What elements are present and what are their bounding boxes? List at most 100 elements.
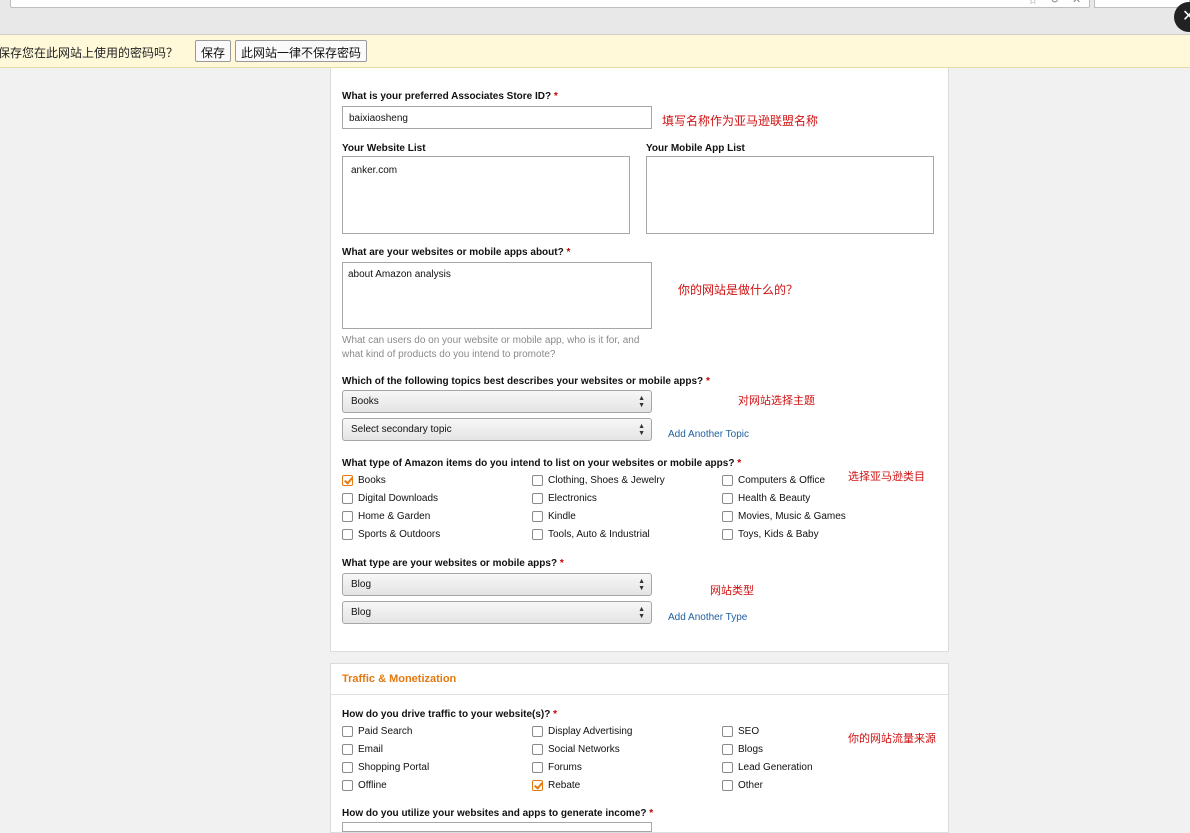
traffic-source-option[interactable]: Blogs [722, 744, 763, 756]
browser-toolbar: ☆ ↻ ✕ [0, 0, 1190, 35]
item-type-option-label: Toys, Kids & Baby [738, 529, 819, 540]
item-type-option-label: Computers & Office [738, 475, 826, 486]
item-type-option[interactable]: Clothing, Shoes & Jewelry [532, 475, 665, 487]
checkbox[interactable] [342, 762, 353, 773]
select-arrows-icon: ▲ ▼ [638, 423, 645, 437]
item-type-option[interactable]: Home & Garden [342, 511, 430, 523]
item-type-option[interactable]: Kindle [532, 511, 576, 523]
section-divider [331, 694, 948, 695]
checkbox[interactable] [342, 529, 353, 540]
checkbox[interactable] [342, 780, 353, 791]
checkbox[interactable] [722, 493, 733, 504]
traffic-source-option[interactable]: SEO [722, 726, 759, 738]
item-type-option[interactable]: Digital Downloads [342, 493, 438, 505]
checkbox[interactable] [722, 529, 733, 540]
item-type-option-label: Home & Garden [358, 511, 431, 522]
traffic-source-option-label: Forums [548, 762, 582, 773]
traffic-source-option[interactable]: Forums [532, 762, 582, 774]
item-type-option-label: Digital Downloads [358, 493, 439, 504]
traffic-source-option[interactable]: Lead Generation [722, 762, 813, 774]
checkbox[interactable] [532, 762, 543, 773]
traffic-source-option[interactable]: Offline [342, 780, 387, 792]
traffic-source-option[interactable]: Rebate [532, 780, 580, 792]
checkbox[interactable] [722, 744, 733, 755]
topics-label: Which of the following topics best descr… [342, 376, 710, 387]
traffic-source-option[interactable]: Paid Search [342, 726, 412, 738]
save-password-button[interactable]: 保存 [195, 40, 232, 62]
never-save-button[interactable]: 此网站一律不保存密码 [235, 40, 368, 62]
traffic-source-option[interactable]: Display Advertising [532, 726, 632, 738]
traffic-source-option[interactable]: Email [342, 744, 383, 756]
store-id-annotation: 填写名称作为亚马逊联盟名称 [662, 114, 819, 128]
checkbox[interactable] [532, 493, 543, 504]
checkbox[interactable] [532, 475, 543, 486]
item-type-option[interactable]: Computers & Office [722, 475, 825, 487]
app-list-label: Your Mobile App List [646, 143, 745, 154]
checkbox[interactable] [532, 780, 543, 791]
checkbox[interactable] [722, 511, 733, 522]
traffic-source-option-label: Blogs [738, 744, 764, 755]
checkbox[interactable] [722, 475, 733, 486]
secondary-topic-select[interactable]: Select secondary topic ▲ ▼ [342, 418, 652, 441]
checkbox[interactable] [532, 511, 543, 522]
site-type-label: What type are your websites or mobile ap… [342, 558, 564, 569]
checkbox[interactable] [342, 744, 353, 755]
select-arrows-icon: ▲ ▼ [638, 578, 645, 592]
search-box[interactable] [1094, 0, 1190, 8]
about-annotation: 你的网站是做什么的？ [678, 283, 799, 297]
traffic-source-option[interactable]: Other [722, 780, 763, 792]
items-annotation: 选择亚马逊类目 [848, 470, 925, 483]
address-bar[interactable] [10, 0, 1090, 8]
traffic-source-option[interactable]: Social Networks [532, 744, 620, 756]
site-type-select-1[interactable]: Blog ▲ ▼ [342, 573, 652, 596]
checkbox[interactable] [722, 726, 733, 737]
income-select[interactable] [342, 822, 652, 832]
primary-topic-select[interactable]: Books ▲ ▼ [342, 390, 652, 413]
traffic-source-option-label: Shopping Portal [358, 762, 430, 773]
website-list-textarea[interactable]: anker.com [342, 156, 630, 234]
add-topic-link[interactable]: Add Another Topic [668, 429, 749, 440]
website-list-label: Your Website List [342, 143, 426, 154]
traffic-source-option[interactable]: Shopping Portal [342, 762, 429, 774]
item-type-option[interactable]: Toys, Kids & Baby [722, 529, 819, 541]
item-type-option-label: Health & Beauty [738, 493, 811, 504]
checkbox[interactable] [342, 511, 353, 522]
item-type-option[interactable]: Movies, Music & Games [722, 511, 846, 523]
password-save-bar: 要保存您在此网站上使用的密码吗？ 保存 此网站一律不保存密码 [0, 35, 1190, 68]
checkbox[interactable] [532, 744, 543, 755]
bookmark-star-icon[interactable]: ☆ [1028, 0, 1038, 7]
checkbox[interactable] [342, 726, 353, 737]
item-type-option[interactable]: Health & Beauty [722, 493, 810, 505]
about-textarea[interactable]: about Amazon analysis [342, 262, 652, 329]
traffic-source-option-label: SEO [738, 726, 760, 737]
checkbox[interactable] [722, 762, 733, 773]
item-type-option[interactable]: Electronics [532, 493, 597, 505]
item-type-option[interactable]: Tools, Auto & Industrial [532, 529, 650, 541]
checkbox[interactable] [722, 780, 733, 791]
about-label: What are your websites or mobile apps ab… [342, 247, 571, 258]
checkbox[interactable] [532, 529, 543, 540]
stop-icon[interactable]: ✕ [1072, 0, 1081, 6]
secondary-topic-value: Select secondary topic [351, 424, 452, 435]
item-type-option[interactable]: Sports & Outdoors [342, 529, 440, 541]
store-id-label: What is your preferred Associates Store … [342, 91, 558, 102]
checkbox[interactable] [532, 726, 543, 737]
refresh-icon[interactable]: ↻ [1050, 0, 1059, 6]
site-type-value-1: Blog [351, 579, 372, 590]
site-type-select-2[interactable]: Blog ▲ ▼ [342, 601, 652, 624]
traffic-source-option-label: Offline [358, 780, 387, 791]
topic-annotation: 对网站选择主题 [738, 394, 815, 407]
type-annotation: 网站类型 [710, 584, 754, 597]
item-type-option-label: Tools, Auto & Industrial [548, 529, 650, 540]
store-id-input[interactable]: baixiaosheng [342, 106, 652, 129]
income-label: How do you utilize your websites and app… [342, 808, 654, 819]
checkbox[interactable] [342, 493, 353, 504]
add-type-link[interactable]: Add Another Type [668, 612, 747, 623]
item-type-option-label: Movies, Music & Games [738, 511, 846, 522]
item-type-option-label: Books [358, 475, 386, 486]
checkbox[interactable] [342, 475, 353, 486]
app-list-textarea[interactable] [646, 156, 934, 234]
traffic-source-option-label: Display Advertising [548, 726, 633, 737]
about-help-text: What can users do on your website or mob… [342, 335, 640, 360]
item-type-option[interactable]: Books [342, 475, 386, 487]
